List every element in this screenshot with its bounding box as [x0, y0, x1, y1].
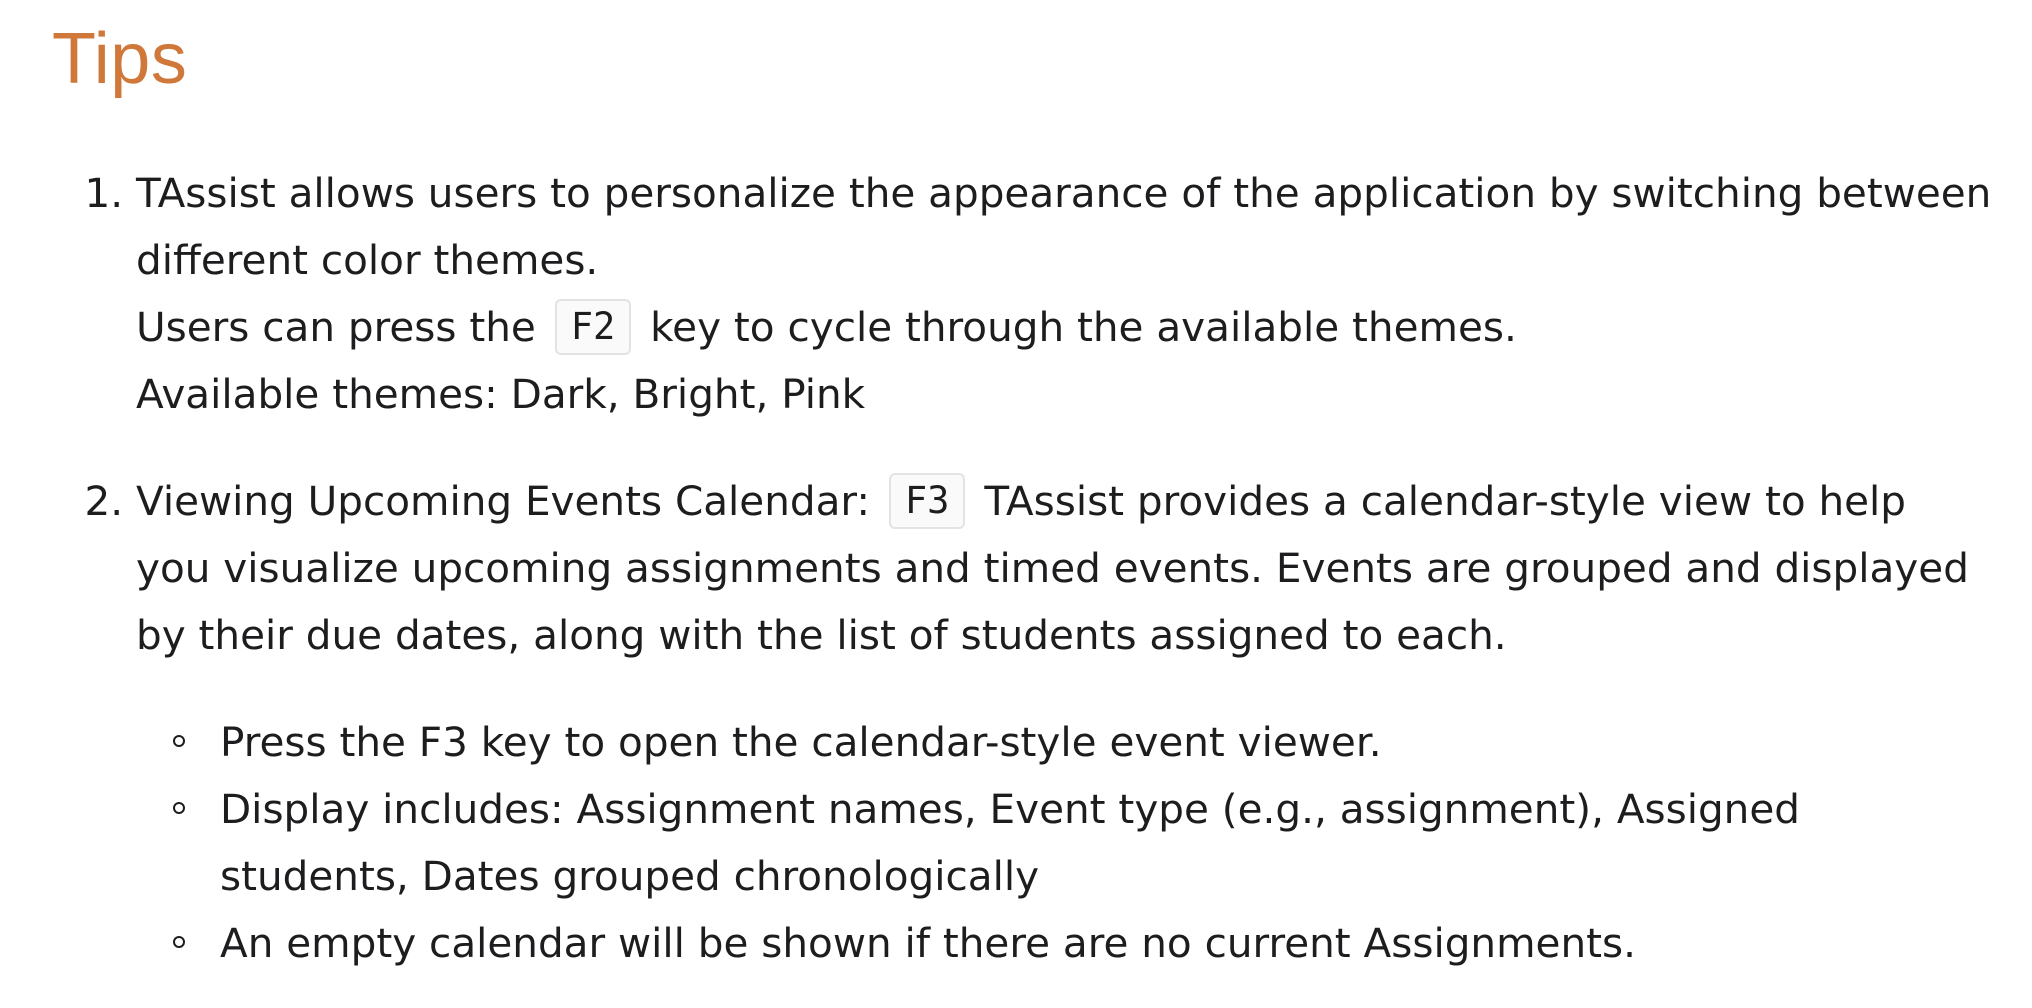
page-title: Tips: [52, 19, 188, 99]
tip-themes-shortcut: Users can press the F2 key to cycle thro…: [136, 294, 1992, 361]
tips-list: TAssist allows users to personalize the …: [52, 160, 1992, 977]
bullet-text: Press the F3 key to open the calendar-st…: [220, 718, 1382, 766]
f2-key-badge: F2: [554, 299, 632, 355]
hollow-bullet-icon: [173, 735, 185, 747]
bullet-text: An empty calendar will be shown if there…: [220, 919, 1636, 967]
f3-key-badge: F3: [888, 473, 966, 529]
tips-page: Tips TAssist allows users to personalize…: [0, 0, 2032, 1008]
tip-calendar-bullets: Press the F3 key to open the calendar-st…: [136, 709, 1992, 977]
tip-calendar-heading: Viewing Upcoming Events Calendar:: [136, 477, 871, 525]
hollow-bullet-icon: [173, 802, 185, 814]
tip-themes-available: Available themes: Dark, Bright, Pink: [136, 370, 866, 418]
tip-item-calendar: Viewing Upcoming Events Calendar: F3 TAs…: [136, 468, 1992, 977]
tip-themes-shortcut-after: key to cycle through the available theme…: [650, 303, 1517, 351]
list-item: An empty calendar will be shown if there…: [173, 910, 1992, 977]
tip-themes-description: TAssist allows users to personalize the …: [136, 169, 1992, 284]
list-item: Display includes: Assignment names, Even…: [173, 776, 1992, 910]
hollow-bullet-icon: [173, 936, 185, 948]
bullet-text: Display includes: Assignment names, Even…: [220, 785, 1800, 900]
list-item: Press the F3 key to open the calendar-st…: [173, 709, 1992, 776]
tip-item-themes: TAssist allows users to personalize the …: [136, 160, 1992, 428]
tip-themes-shortcut-before: Users can press the: [136, 303, 536, 351]
